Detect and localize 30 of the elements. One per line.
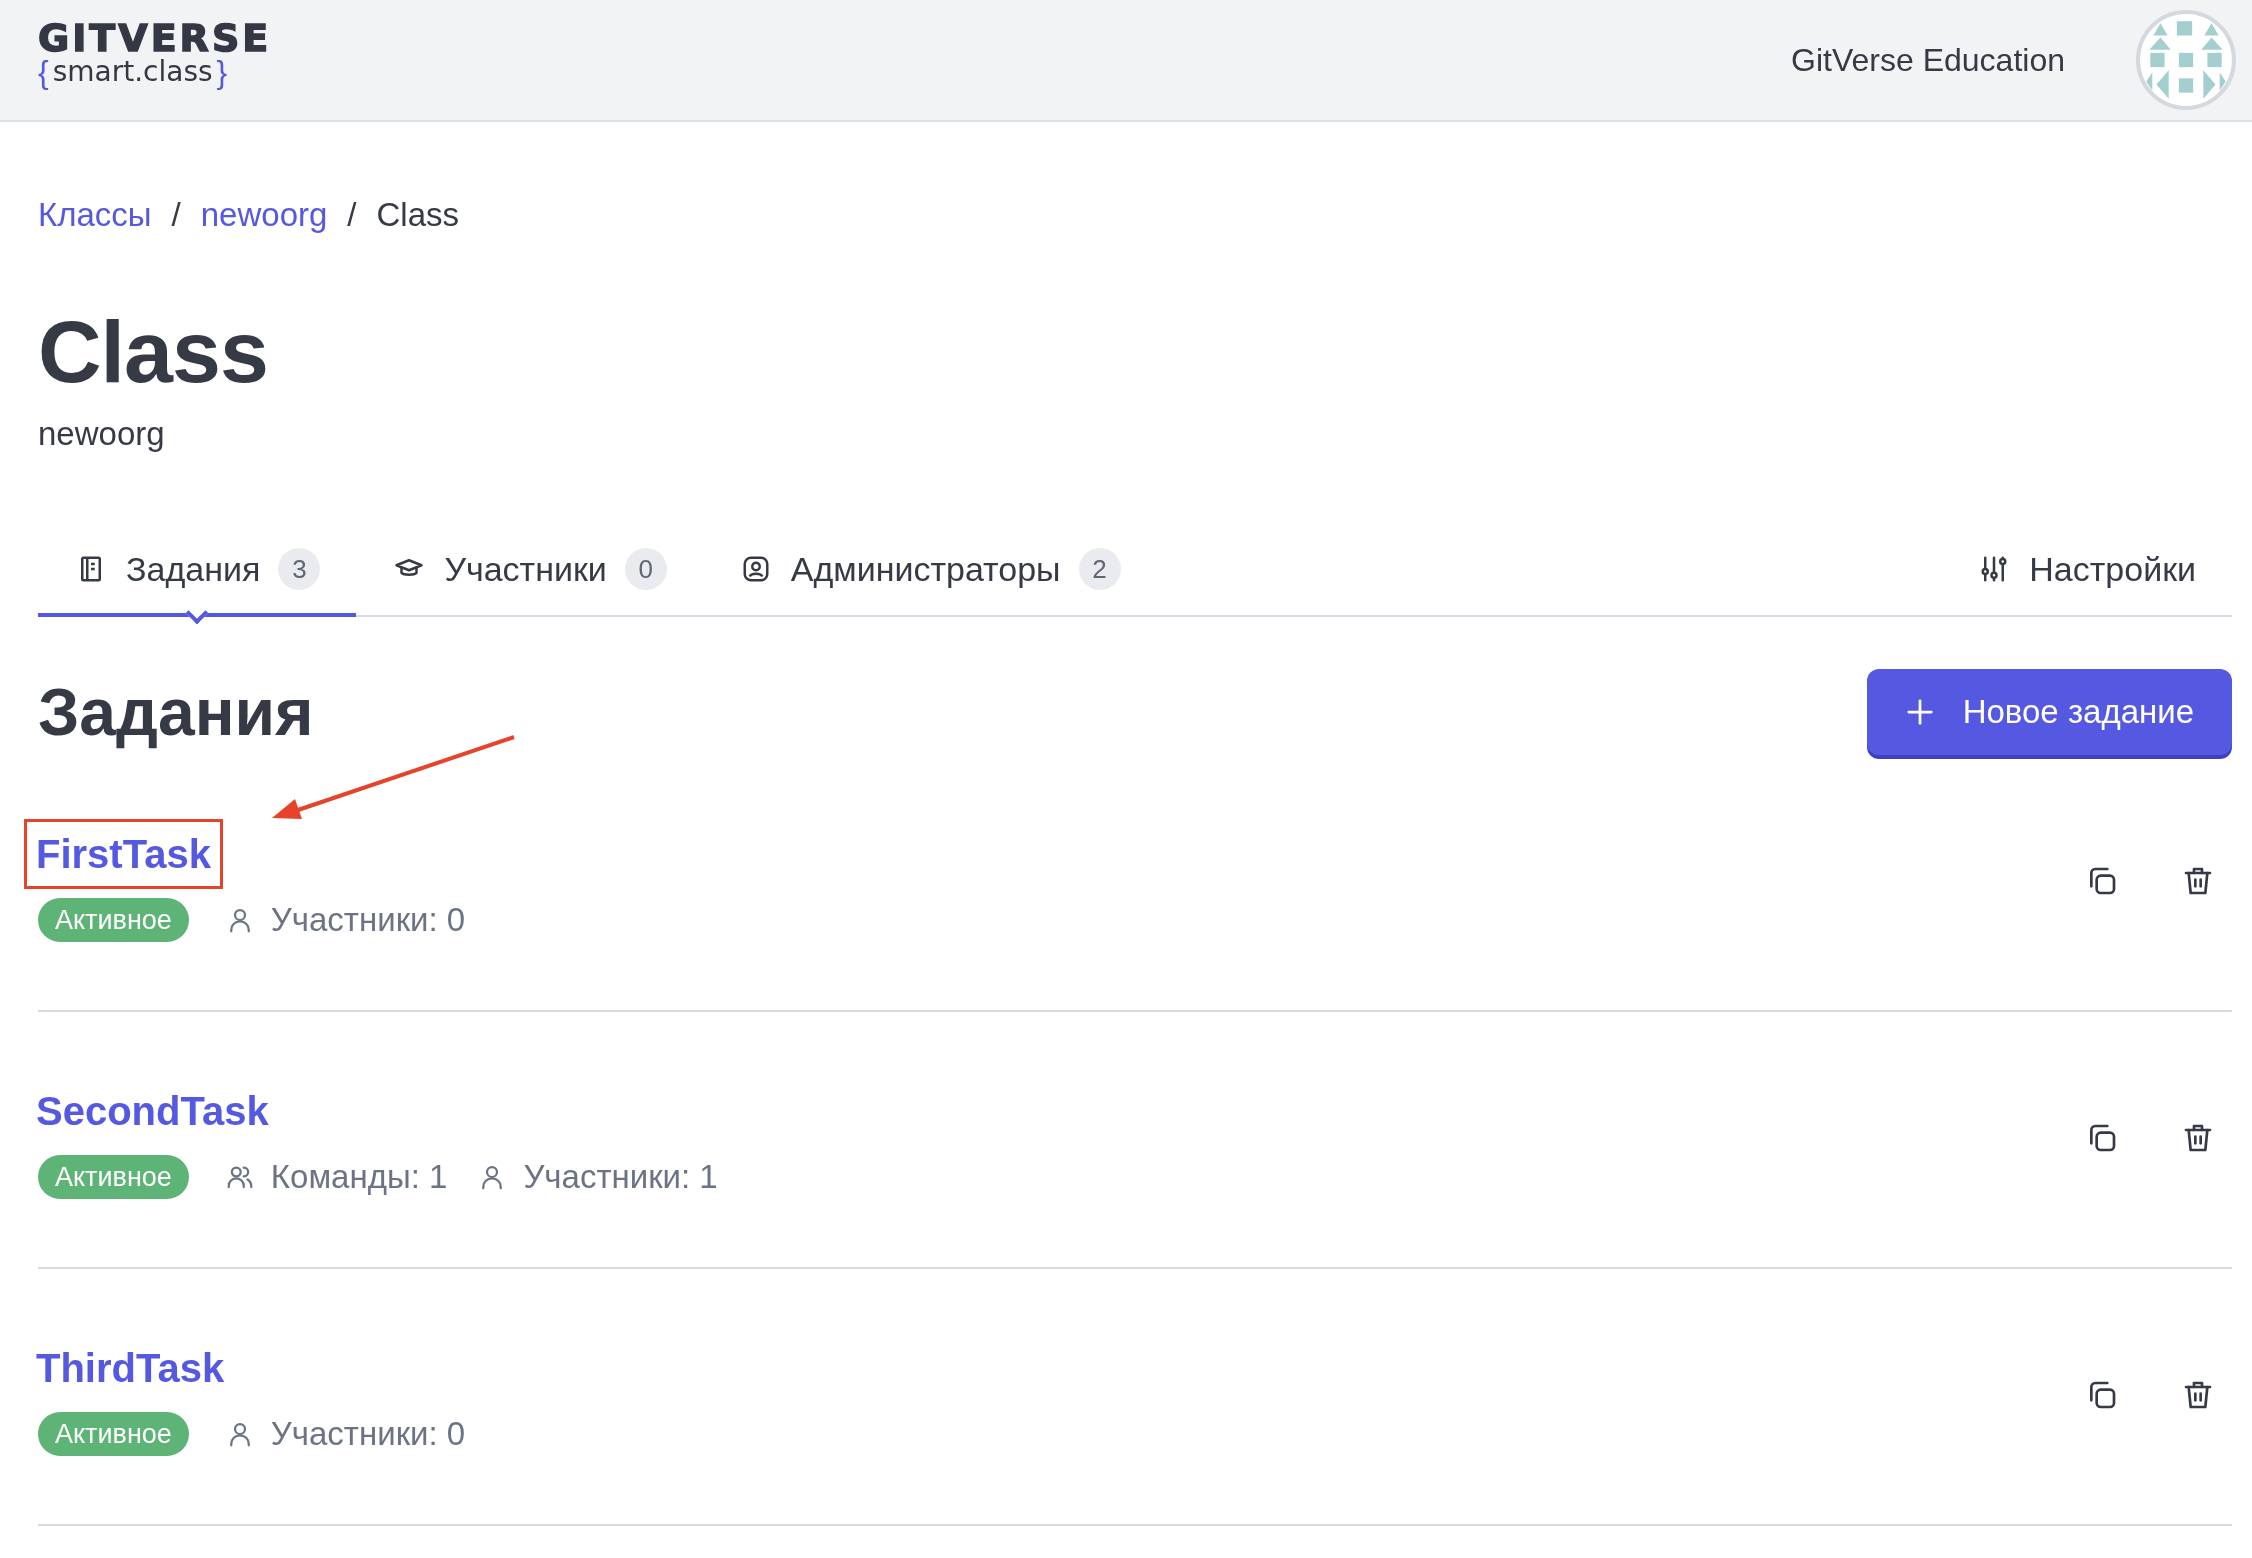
tab[interactable]: Участники 0 — [356, 533, 703, 626]
task-link[interactable]: FirstTask — [36, 832, 211, 876]
count-badge: 0 — [624, 548, 667, 590]
status-badge: Активное — [38, 898, 189, 942]
breadcrumb-current: Class — [376, 195, 460, 235]
breadcrumb-link[interactable]: Классы — [38, 190, 152, 240]
page-title: Class — [38, 302, 269, 402]
tab[interactable]: Администраторы 2 — [702, 533, 1157, 626]
status-badge: Активное — [38, 1155, 189, 1199]
count-badge: 3 — [278, 548, 321, 590]
meta-text: Участники: 0 — [270, 901, 466, 939]
meta-text: Команды: 1 — [270, 1158, 448, 1196]
organization-name: GitVerse Education — [1791, 41, 2065, 79]
task-link[interactable]: SecondTask — [36, 1089, 269, 1133]
logo-wordmark[interactable]: GITVERSE — [38, 21, 272, 55]
breadcrumb-link[interactable]: newoorg — [200, 190, 328, 240]
page-subtitle: newoorg — [38, 414, 166, 454]
logo-brace: { — [38, 55, 49, 89]
settings-tab[interactable]: Настройки — [1941, 533, 2232, 626]
logo-subtitle: smart.class — [52, 55, 213, 89]
breadcrumb-separator: / — [171, 195, 181, 235]
meta-text: Участники: 0 — [270, 1415, 466, 1453]
meta-text: Участники: 1 — [523, 1158, 718, 1196]
logo-brace: } — [216, 55, 228, 89]
breadcrumb-separator: / — [347, 195, 357, 235]
section-title: Задания — [38, 674, 314, 750]
tab[interactable]: Задания 3 — [38, 533, 357, 626]
status-badge: Активное — [38, 1412, 189, 1456]
count-badge: 2 — [1078, 548, 1121, 590]
task-link[interactable]: ThirdTask — [36, 1346, 225, 1390]
